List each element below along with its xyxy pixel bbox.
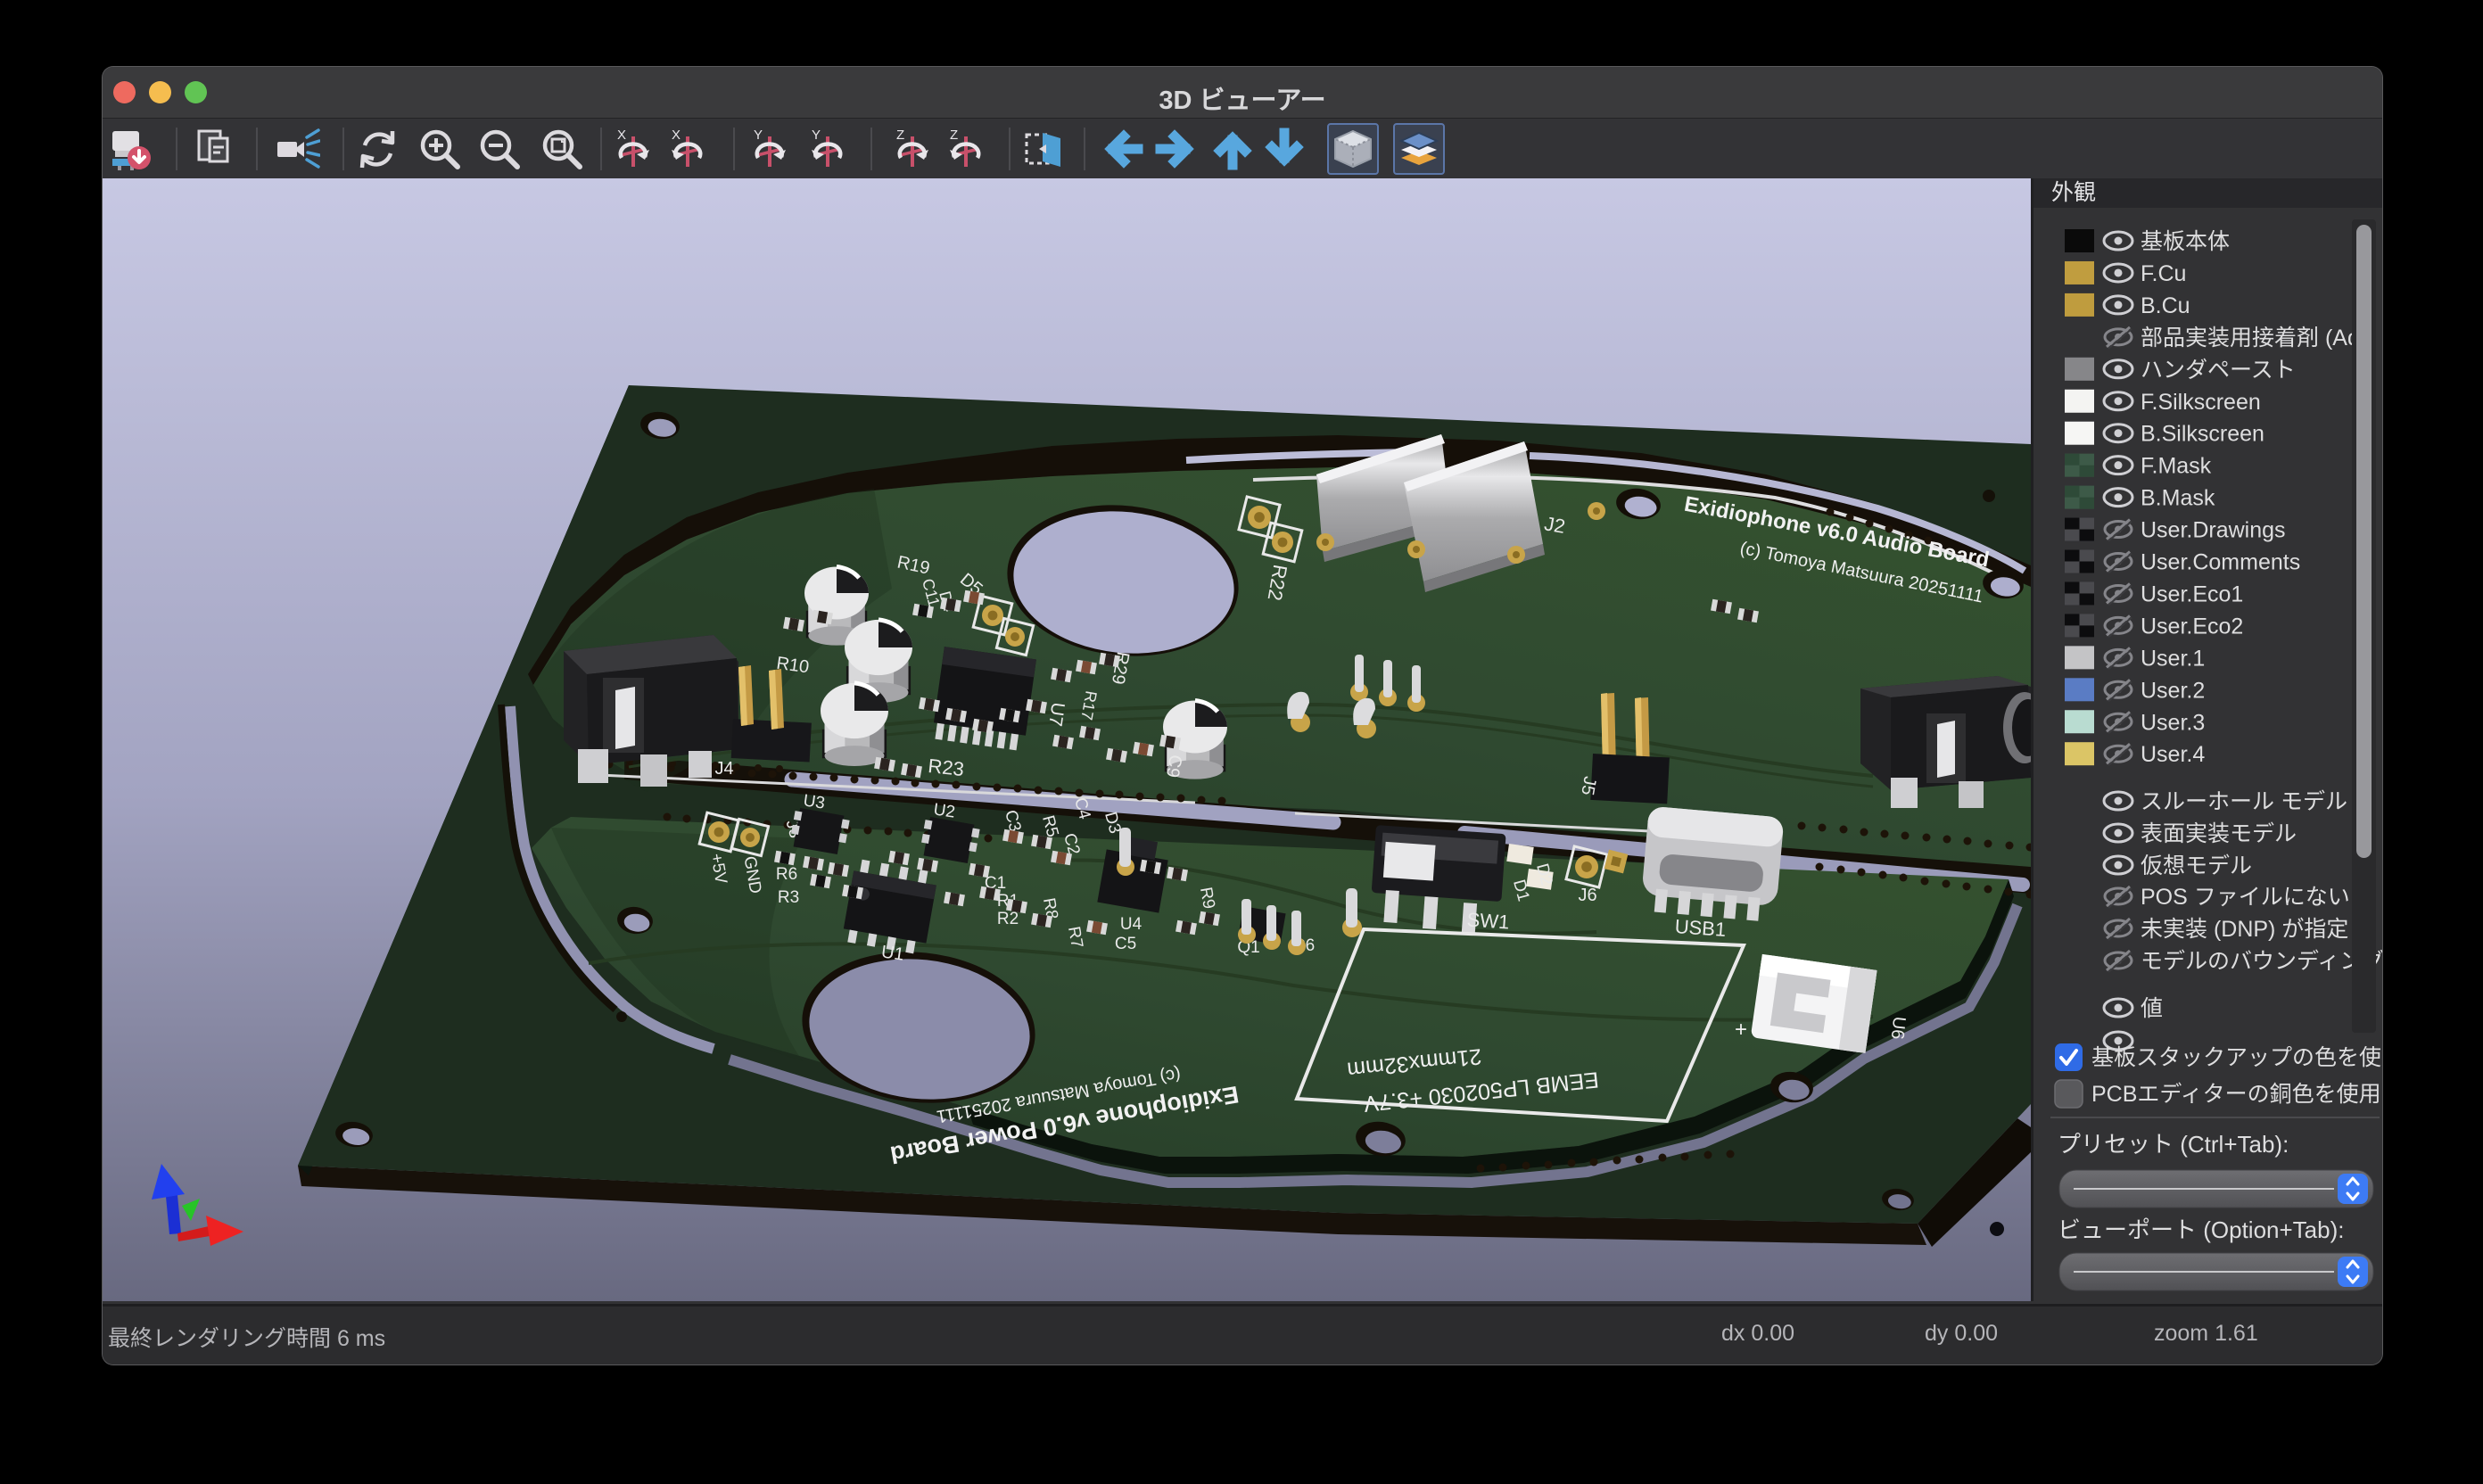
svg-text:User.3: User.3 bbox=[2141, 710, 2205, 735]
svg-text:PCBエディターの銅色を使用: PCBエディターの銅色を使用 bbox=[2091, 1082, 2381, 1107]
svg-text:User.Eco1: User.Eco1 bbox=[2141, 581, 2243, 606]
svg-text:+: + bbox=[1735, 1018, 1747, 1042]
svg-text:モデルのバウンディング: モデルのバウンディング bbox=[2141, 949, 2382, 974]
svg-text:スルーホール モデル: スルーホール モデル bbox=[2141, 789, 2347, 814]
svg-text:基板スタックアップの色を使用: 基板スタックアップの色を使用 bbox=[2091, 1045, 2382, 1070]
svg-text:未実装 (DNP) が指定さ: 未実装 (DNP) が指定さ bbox=[2141, 917, 2371, 942]
svg-text:User.Drawings: User.Drawings bbox=[2141, 518, 2286, 543]
svg-text:U3: U3 bbox=[802, 791, 826, 812]
svg-text:F.Silkscreen: F.Silkscreen bbox=[2141, 390, 2261, 415]
svg-text:R9: R9 bbox=[1196, 886, 1218, 911]
svg-text:J6: J6 bbox=[1578, 886, 1596, 905]
svg-text:U1: U1 bbox=[880, 942, 905, 964]
svg-text:表面実装モデル: 表面実装モデル bbox=[2141, 821, 2297, 846]
svg-text:Y: Y bbox=[812, 128, 821, 143]
svg-text:X: X bbox=[672, 128, 681, 143]
svg-text:U2: U2 bbox=[932, 800, 956, 821]
svg-text:B.Cu: B.Cu bbox=[2141, 293, 2190, 318]
svg-text:B.Silkscreen: B.Silkscreen bbox=[2141, 422, 2264, 447]
svg-text:U7: U7 bbox=[1044, 701, 1068, 728]
svg-text:U6: U6 bbox=[1887, 1016, 1910, 1041]
svg-text:J5: J5 bbox=[1577, 775, 1599, 797]
svg-text:R6: R6 bbox=[776, 865, 797, 884]
svg-text:User.Eco2: User.Eco2 bbox=[2141, 614, 2243, 639]
svg-text:値: 値 bbox=[2141, 996, 2163, 1021]
svg-text:User.1: User.1 bbox=[2141, 646, 2205, 671]
svg-text:仮想モデル: 仮想モデル bbox=[2141, 853, 2252, 878]
svg-text:部品実装用接着剤 (Adh: 部品実装用接着剤 (Adh bbox=[2141, 326, 2372, 350]
svg-text:プリセット (Ctrl+Tab):: プリセット (Ctrl+Tab): bbox=[2058, 1131, 2289, 1158]
svg-text:F.Cu: F.Cu bbox=[2141, 261, 2186, 286]
svg-text:C9: C9 bbox=[1162, 754, 1185, 779]
svg-text:X: X bbox=[617, 128, 626, 143]
svg-text:User.4: User.4 bbox=[2141, 742, 2205, 767]
svg-text:R23: R23 bbox=[927, 754, 965, 780]
svg-text:POS ファイルにないモ: POS ファイルにないモ bbox=[2141, 885, 2372, 910]
svg-text:Z: Z bbox=[950, 128, 958, 143]
svg-text:Z: Z bbox=[896, 128, 904, 143]
svg-text:F.Mask: F.Mask bbox=[2141, 454, 2212, 479]
svg-text:SW1: SW1 bbox=[1466, 908, 1510, 933]
svg-text:R3: R3 bbox=[778, 888, 799, 907]
svg-text:User.Comments: User.Comments bbox=[2141, 550, 2300, 575]
svg-text:ビューポート (Option+Tab):: ビューポート (Option+Tab): bbox=[2058, 1216, 2344, 1243]
svg-text:C5: C5 bbox=[1115, 935, 1136, 953]
svg-text:ハンダペースト: ハンダペースト bbox=[2141, 358, 2296, 383]
svg-text:B.Mask: B.Mask bbox=[2141, 486, 2215, 511]
svg-text:Y: Y bbox=[754, 128, 763, 143]
svg-text:J2: J2 bbox=[1543, 512, 1567, 538]
svg-text:J4: J4 bbox=[714, 759, 733, 779]
svg-text:USB1: USB1 bbox=[1674, 915, 1727, 941]
svg-text:R7: R7 bbox=[1064, 925, 1086, 950]
svg-text:基板本体: 基板本体 bbox=[2141, 229, 2230, 254]
svg-text:User.2: User.2 bbox=[2141, 678, 2205, 703]
svg-text:U4: U4 bbox=[1120, 915, 1143, 934]
svg-text:R2: R2 bbox=[997, 910, 1019, 928]
